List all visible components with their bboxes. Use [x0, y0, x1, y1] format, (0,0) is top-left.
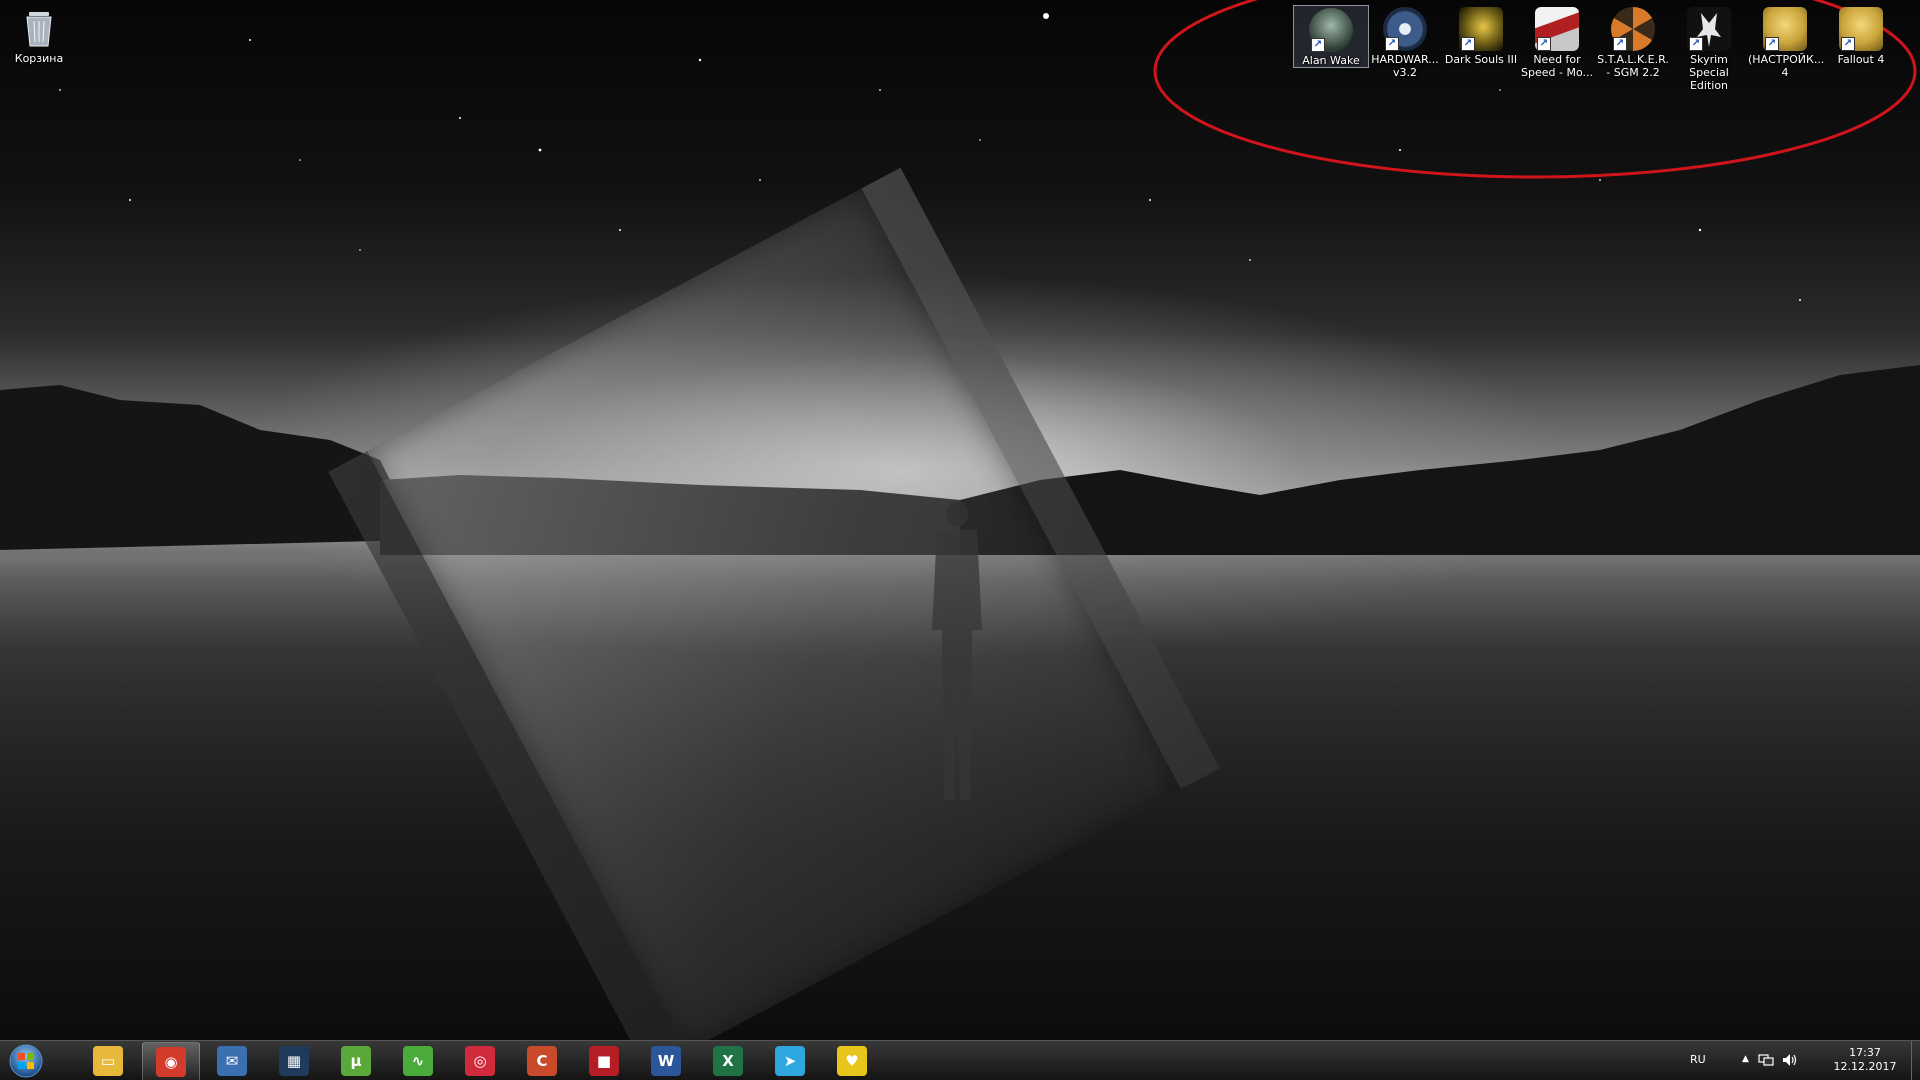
shortcut-arrow-icon: ↗ — [1613, 37, 1627, 51]
clock-time: 17:37 — [1849, 1046, 1881, 1059]
media-player-icon: ▦ — [279, 1046, 309, 1076]
network-icon[interactable] — [1758, 1053, 1774, 1067]
alan-wake-icon: ↗ — [1309, 8, 1353, 52]
desktop-icon-need-for-speed[interactable]: ↗ Need for Speed - Mo... — [1520, 5, 1594, 79]
taskbar-item-media-player[interactable]: ▦ — [266, 1042, 322, 1080]
taskbar-item-utorrent[interactable]: μ — [328, 1042, 384, 1080]
desktop-icon-label: Fallout 4 — [1837, 53, 1885, 66]
dark-souls-icon: ↗ — [1459, 7, 1503, 51]
red-box-icon: ■ — [589, 1046, 619, 1076]
taskbar-item-word[interactable]: W — [638, 1042, 694, 1080]
chrome-icon: ◉ — [156, 1047, 186, 1077]
desktop-icon-label: Alan Wake — [1302, 54, 1360, 67]
desktop-icon-fallout-settings[interactable]: ↗ (НАСТРОЙК... 4 — [1748, 5, 1825, 79]
desktop-icon-alan-wake[interactable]: ↗ Alan Wake — [1293, 5, 1369, 68]
shortcut-arrow-icon: ↗ — [1765, 37, 1779, 51]
yellow-app-icon: ♥ — [837, 1046, 867, 1076]
desktop-icon-label: HARDWAR... v3.2 — [1371, 53, 1439, 79]
shortcut-arrow-icon: ↗ — [1385, 37, 1399, 51]
taskbar-item-green-app[interactable]: ∿ — [390, 1042, 446, 1080]
clock[interactable]: 17:37 12.12.2017 — [1830, 1046, 1900, 1074]
windows-explorer-icon: ▭ — [93, 1046, 123, 1076]
shortcut-arrow-icon: ↗ — [1537, 37, 1551, 51]
recycle-bin-icon — [17, 6, 61, 50]
shortcut-arrow-icon: ↗ — [1841, 37, 1855, 51]
recycle-bin-label: Корзина — [14, 52, 64, 65]
person-silhouette — [932, 501, 982, 800]
skyrim-icon: ↗ — [1687, 7, 1731, 51]
taskbar-item-chrome[interactable]: ◉ — [142, 1042, 200, 1080]
desktop-icon-fallout-4[interactable]: ↗ Fallout 4 — [1824, 5, 1898, 66]
need-for-speed-icon: ↗ — [1535, 7, 1579, 51]
taskbar-item-camera-app[interactable]: ◎ — [452, 1042, 508, 1080]
desktop-icon-stalker[interactable]: ↗ S.T.A.L.K.E.R. - SGM 2.2 — [1596, 5, 1670, 79]
start-button[interactable] — [4, 1043, 48, 1079]
volume-icon[interactable] — [1782, 1053, 1798, 1067]
desktop-icon-label: (НАСТРОЙК... 4 — [1748, 53, 1825, 79]
taskbar-item-excel[interactable]: X — [700, 1042, 756, 1080]
desktop-icon-dark-souls-iii[interactable]: ↗ Dark Souls III — [1444, 5, 1518, 66]
ccleaner-icon: C — [527, 1046, 557, 1076]
taskbar-item-windows-explorer[interactable]: ▭ — [80, 1042, 136, 1080]
excel-icon: X — [713, 1046, 743, 1076]
language-indicator[interactable]: RU — [1690, 1053, 1706, 1066]
green-app-icon: ∿ — [403, 1046, 433, 1076]
taskbar-item-red-box[interactable]: ■ — [576, 1042, 632, 1080]
shortcut-arrow-icon: ↗ — [1311, 38, 1325, 52]
show-hidden-icons-button[interactable]: ▲ — [1742, 1054, 1749, 1064]
taskbar-item-telegram[interactable]: ➤ — [762, 1042, 818, 1080]
utorrent-icon: μ — [341, 1046, 371, 1076]
desktop-icon-skyrim[interactable]: ↗ Skyrim Special Edition — [1672, 5, 1746, 92]
fallout-4-icon: ↗ — [1839, 7, 1883, 51]
taskbar-item-ccleaner[interactable]: C — [514, 1042, 570, 1080]
desktop-icon-label: Dark Souls III — [1444, 53, 1518, 66]
thunderbird-icon: ✉ — [217, 1046, 247, 1076]
word-icon: W — [651, 1046, 681, 1076]
stalker-icon: ↗ — [1611, 7, 1655, 51]
system-tray: RU ▲ 17:37 12.12.2017 — [1670, 1041, 1920, 1080]
taskbar-item-yellow-app[interactable]: ♥ — [824, 1042, 880, 1080]
taskbar: ▭ ◉ ✉ ▦ μ ∿ ◎ C ■ W X ➤ ♥ RU ▲ 17:37 12.12.2017 — [0, 1040, 1920, 1080]
desktop-icon-hardwar[interactable]: ↗ HARDWAR... v3.2 — [1368, 5, 1442, 79]
fallout-settings-icon: ↗ — [1763, 7, 1807, 51]
show-desktop-button[interactable] — [1911, 1041, 1920, 1080]
desktop-icon-label: S.T.A.L.K.E.R. - SGM 2.2 — [1597, 53, 1669, 79]
camera-app-icon: ◎ — [465, 1046, 495, 1076]
shortcut-arrow-icon: ↗ — [1461, 37, 1475, 51]
taskbar-item-thunderbird[interactable]: ✉ — [204, 1042, 260, 1080]
desktop-icon-label: Need for Speed - Mo... — [1521, 53, 1593, 79]
clock-date: 12.12.2017 — [1833, 1060, 1897, 1073]
hardwar-icon: ↗ — [1383, 7, 1427, 51]
windows-logo-icon — [9, 1044, 43, 1078]
telegram-icon: ➤ — [775, 1046, 805, 1076]
desktop-icon-label: Skyrim Special Edition — [1689, 53, 1729, 92]
recycle-bin[interactable]: Корзина — [2, 4, 76, 65]
shortcut-arrow-icon: ↗ — [1689, 37, 1703, 51]
